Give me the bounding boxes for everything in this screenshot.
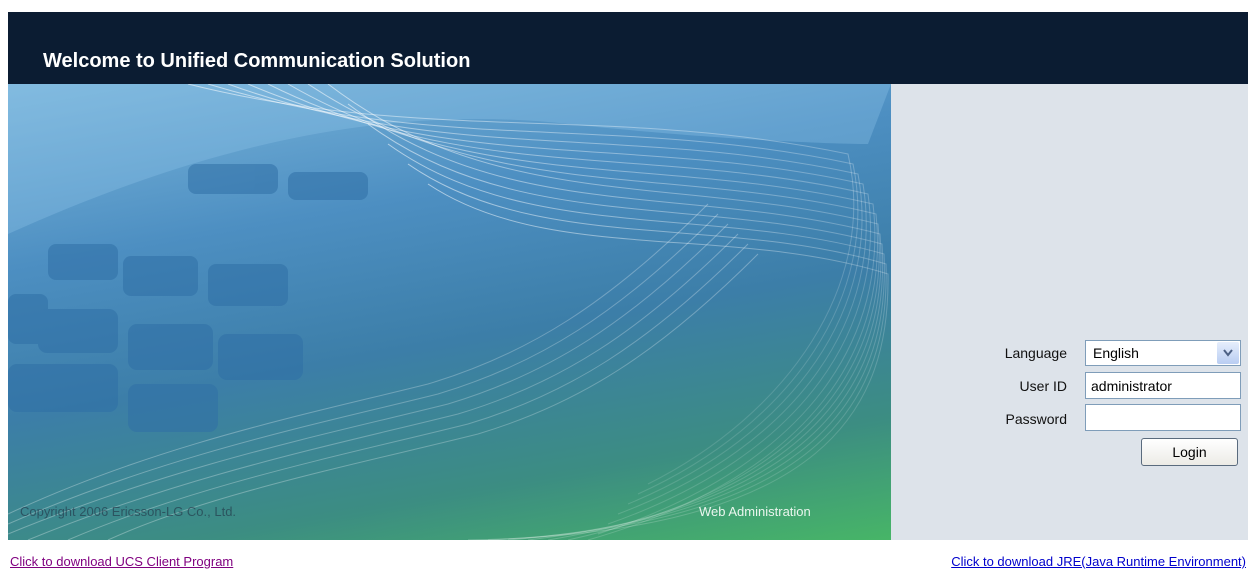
header-banner: Welcome to Unified Communication Solutio… bbox=[8, 12, 1248, 84]
download-jre-link[interactable]: Click to download JRE(Java Runtime Envir… bbox=[951, 554, 1246, 569]
login-panel: Language English User ID Password Login bbox=[891, 84, 1248, 540]
hero-image: Copyright 2006 Ericsson-LG Co., Ltd. Web… bbox=[8, 84, 891, 540]
copyright-text: Copyright 2006 Ericsson-LG Co., Ltd. bbox=[20, 504, 237, 519]
language-select-value: English bbox=[1093, 345, 1139, 361]
web-administration-label: Web Administration bbox=[699, 504, 811, 519]
language-label: Language bbox=[1004, 345, 1067, 361]
password-input[interactable] bbox=[1085, 404, 1241, 431]
login-button[interactable]: Login bbox=[1141, 438, 1238, 466]
user-id-input[interactable] bbox=[1085, 372, 1241, 399]
user-id-label: User ID bbox=[1019, 378, 1067, 394]
chevron-down-icon[interactable] bbox=[1217, 342, 1239, 364]
page-title: Welcome to Unified Communication Solutio… bbox=[43, 50, 471, 72]
download-ucs-client-link[interactable]: Click to download UCS Client Program bbox=[10, 554, 233, 569]
language-select[interactable]: English bbox=[1085, 340, 1241, 366]
password-label: Password bbox=[1005, 411, 1067, 427]
hero-artwork bbox=[8, 84, 891, 540]
